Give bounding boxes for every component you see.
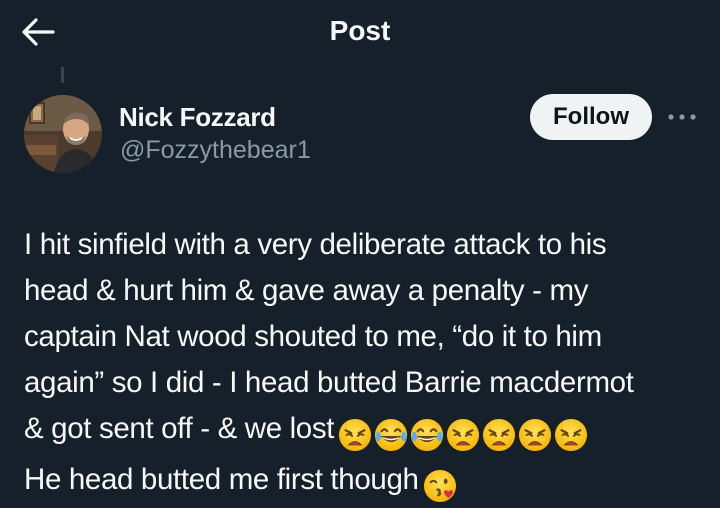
weary-face-emoji-icon bbox=[518, 418, 552, 452]
weary-face-emoji-icon bbox=[482, 418, 516, 452]
post-line: head & hurt him & gave away a penalty - … bbox=[24, 274, 589, 307]
weary-face-emoji-icon bbox=[446, 418, 480, 452]
thread-connector-line bbox=[61, 67, 64, 83]
avatar[interactable] bbox=[24, 95, 102, 173]
post-line-text: & got sent off - & we lost bbox=[24, 412, 335, 445]
follow-button[interactable]: Follow bbox=[530, 94, 652, 140]
emoji-group bbox=[423, 462, 459, 508]
post-line-with-emojis: & got sent off - & we lost bbox=[24, 406, 714, 457]
more-options-button[interactable] bbox=[662, 104, 702, 130]
post-line-with-emojis: He head butted me first though bbox=[24, 457, 714, 508]
tears-of-joy-emoji-icon bbox=[410, 418, 444, 452]
weary-face-emoji-icon bbox=[338, 418, 372, 452]
post-body: I hit sinfield with a very deliberate at… bbox=[24, 222, 714, 508]
post-line: again” so I did - I head butted Barrie m… bbox=[24, 366, 634, 399]
emoji-group bbox=[338, 411, 590, 457]
more-horizontal-icon bbox=[668, 114, 696, 120]
tears-of-joy-emoji-icon bbox=[374, 418, 408, 452]
post-line-text: He head butted me first though bbox=[24, 463, 419, 496]
post-line: captain Nat wood shouted to me, “do it t… bbox=[24, 320, 602, 353]
author-display-name[interactable]: Nick Fozzard bbox=[119, 100, 276, 134]
top-bar: Post bbox=[0, 0, 720, 64]
page-title: Post bbox=[329, 15, 391, 46]
weary-face-emoji-icon bbox=[554, 418, 588, 452]
user-avatar-icon bbox=[24, 95, 102, 173]
face-blowing-kiss-emoji-icon bbox=[423, 469, 457, 503]
post-line: I hit sinfield with a very deliberate at… bbox=[24, 228, 607, 261]
author-handle[interactable]: @Fozzythebear1 bbox=[120, 134, 311, 166]
